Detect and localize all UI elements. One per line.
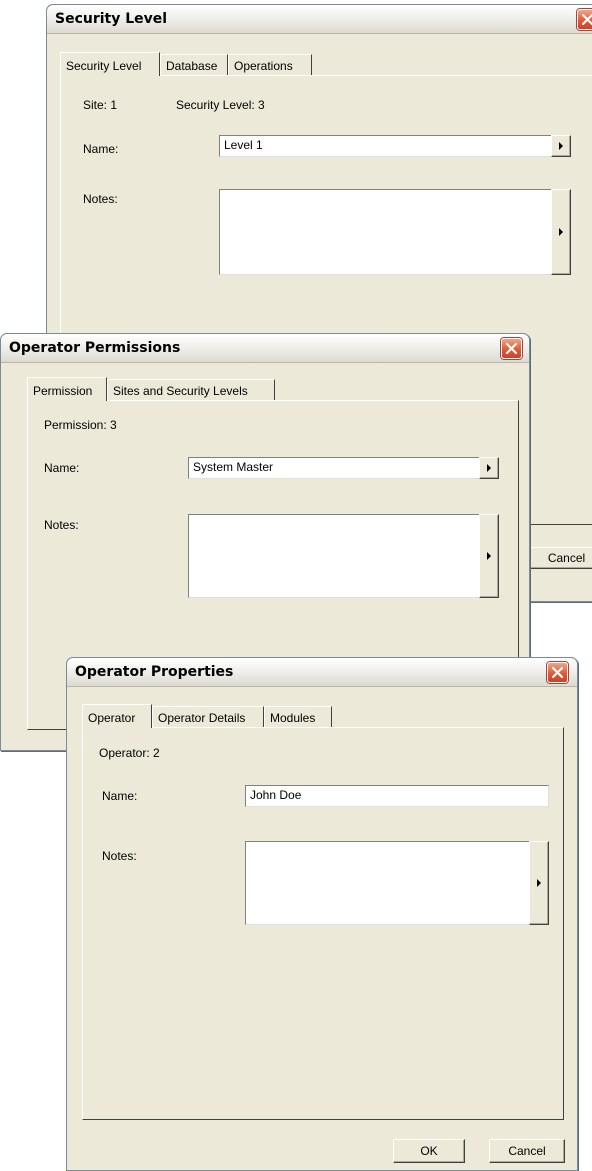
cancel-button[interactable]: Cancel bbox=[489, 1139, 565, 1163]
security-level-titlebar[interactable]: Security Level bbox=[47, 5, 592, 34]
close-button[interactable] bbox=[501, 338, 522, 359]
arrow-right-icon bbox=[537, 879, 541, 887]
site-label: Site: 1 bbox=[83, 98, 118, 112]
notes-field[interactable] bbox=[188, 514, 480, 598]
tab-permission[interactable]: Permission bbox=[27, 377, 107, 401]
ok-button[interactable]: OK bbox=[393, 1139, 465, 1163]
cancel-button[interactable]: Cancel bbox=[529, 547, 592, 569]
arrow-right-icon bbox=[487, 464, 491, 472]
tab-strip: Permission Sites and Security Levels bbox=[27, 377, 507, 401]
tab-database[interactable]: Database bbox=[160, 54, 228, 76]
close-button[interactable] bbox=[577, 9, 592, 30]
tab-operator-details[interactable]: Operator Details bbox=[152, 706, 264, 728]
window-title: Operator Properties bbox=[75, 664, 234, 680]
name-expand-button[interactable] bbox=[551, 135, 571, 157]
close-button[interactable] bbox=[547, 662, 568, 683]
tab-security-level[interactable]: Security Level bbox=[60, 52, 160, 76]
name-field[interactable]: John Doe bbox=[245, 785, 549, 807]
name-field[interactable]: System Master bbox=[188, 457, 480, 479]
arrow-right-icon bbox=[487, 552, 491, 560]
close-icon bbox=[505, 342, 518, 355]
notes-expand-button[interactable] bbox=[529, 841, 549, 925]
tab-strip: Operator Operator Details Modules bbox=[82, 704, 552, 728]
notes-expand-button[interactable] bbox=[551, 189, 571, 275]
tab-modules[interactable]: Modules bbox=[264, 706, 332, 728]
tab-strip: Security Level Database Operations bbox=[60, 52, 590, 76]
operator-label: Operator: 2 bbox=[99, 746, 160, 760]
close-icon bbox=[581, 13, 592, 26]
arrow-right-icon bbox=[559, 228, 563, 236]
name-label: Name: bbox=[83, 142, 119, 156]
notes-field[interactable] bbox=[219, 189, 555, 275]
name-field[interactable]: Level 1 bbox=[219, 135, 555, 157]
close-icon bbox=[551, 666, 564, 679]
name-label: Name: bbox=[102, 789, 138, 803]
notes-label: Notes: bbox=[44, 518, 79, 532]
notes-field[interactable] bbox=[245, 841, 533, 925]
notes-label: Notes: bbox=[83, 192, 118, 206]
tab-operator[interactable]: Operator bbox=[82, 704, 152, 728]
name-label: Name: bbox=[44, 461, 80, 475]
tab-operations[interactable]: Operations bbox=[228, 54, 312, 76]
notes-expand-button[interactable] bbox=[479, 514, 499, 598]
name-expand-button[interactable] bbox=[479, 457, 499, 479]
window-title: Security Level bbox=[55, 11, 168, 27]
operator-properties-window: Operator Properties Operator Operator De… bbox=[66, 657, 578, 1171]
arrow-right-icon bbox=[559, 142, 563, 150]
operator-permissions-titlebar[interactable]: Operator Permissions bbox=[1, 334, 529, 363]
name-value: Level 1 bbox=[224, 138, 263, 152]
notes-label: Notes: bbox=[102, 849, 137, 863]
operator-properties-titlebar[interactable]: Operator Properties bbox=[67, 658, 577, 687]
name-value: System Master bbox=[193, 460, 274, 474]
permission-label: Permission: 3 bbox=[44, 418, 117, 432]
name-value: John Doe bbox=[250, 788, 302, 802]
security-level-label: Security Level: 3 bbox=[176, 98, 265, 112]
window-title: Operator Permissions bbox=[9, 340, 181, 356]
tab-sites-and-security-levels[interactable]: Sites and Security Levels bbox=[107, 379, 275, 401]
